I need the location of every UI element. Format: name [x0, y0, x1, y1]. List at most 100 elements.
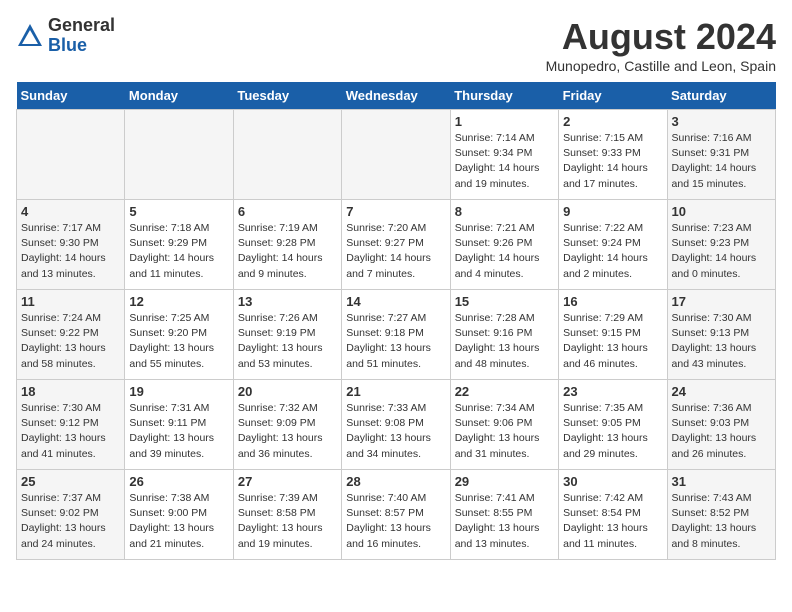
day-info: Sunrise: 7:24 AMSunset: 9:22 PMDaylight:…: [21, 311, 120, 372]
day-number: 13: [238, 294, 337, 309]
day-number: 19: [129, 384, 228, 399]
calendar-cell: 17 Sunrise: 7:30 AMSunset: 9:13 PMDayligh…: [667, 290, 775, 380]
calendar-cell: 2 Sunrise: 7:15 AMSunset: 9:33 PMDaylight…: [559, 110, 667, 200]
header-day-monday: Monday: [125, 82, 233, 110]
calendar-cell: 20 Sunrise: 7:32 AMSunset: 9:09 PMDayligh…: [233, 380, 341, 470]
header-day-saturday: Saturday: [667, 82, 775, 110]
calendar-cell: 30 Sunrise: 7:42 AMSunset: 8:54 PMDayligh…: [559, 470, 667, 560]
calendar-cell: 28Sunrise: 7:40 AMSunset: 8:57 PMDayligh…: [342, 470, 450, 560]
day-info: Sunrise: 7:30 AMSunset: 9:13 PMDaylight:…: [672, 311, 771, 372]
calendar-cell: [342, 110, 450, 200]
day-info: Sunrise: 7:22 AMSunset: 9:24 PMDaylight:…: [563, 221, 662, 282]
day-number: 15: [455, 294, 554, 309]
header-day-tuesday: Tuesday: [233, 82, 341, 110]
day-info: Sunrise: 7:29 AMSunset: 9:15 PMDaylight:…: [563, 311, 662, 372]
calendar-cell: 27Sunrise: 7:39 AMSunset: 8:58 PMDayligh…: [233, 470, 341, 560]
week-row-3: 18Sunrise: 7:30 AMSunset: 9:12 PMDayligh…: [17, 380, 776, 470]
day-info: Sunrise: 7:27 AMSunset: 9:18 PMDaylight:…: [346, 311, 445, 372]
location: Munopedro, Castille and Leon, Spain: [546, 58, 776, 74]
day-info: Sunrise: 7:42 AMSunset: 8:54 PMDaylight:…: [563, 491, 662, 552]
day-info: Sunrise: 7:36 AMSunset: 9:03 PMDaylight:…: [672, 401, 771, 462]
day-info: Sunrise: 7:17 AMSunset: 9:30 PMDaylight:…: [21, 221, 120, 282]
day-info: Sunrise: 7:38 AMSunset: 9:00 PMDaylight:…: [129, 491, 228, 552]
day-number: 12: [129, 294, 228, 309]
day-info: Sunrise: 7:15 AMSunset: 9:33 PMDaylight:…: [563, 131, 662, 192]
calendar-cell: 9Sunrise: 7:22 AMSunset: 9:24 PMDaylight…: [559, 200, 667, 290]
day-info: Sunrise: 7:37 AMSunset: 9:02 PMDaylight:…: [21, 491, 120, 552]
day-number: 23: [563, 384, 662, 399]
day-info: Sunrise: 7:31 AMSunset: 9:11 PMDaylight:…: [129, 401, 228, 462]
day-info: Sunrise: 7:32 AMSunset: 9:09 PMDaylight:…: [238, 401, 337, 462]
calendar-table: SundayMondayTuesdayWednesdayThursdayFrid…: [16, 82, 776, 560]
day-info: Sunrise: 7:19 AMSunset: 9:28 PMDaylight:…: [238, 221, 337, 282]
calendar-cell: 16Sunrise: 7:29 AMSunset: 9:15 PMDayligh…: [559, 290, 667, 380]
day-number: 26: [129, 474, 228, 489]
header-day-friday: Friday: [559, 82, 667, 110]
day-info: Sunrise: 7:41 AMSunset: 8:55 PMDaylight:…: [455, 491, 554, 552]
day-number: 2: [563, 114, 662, 129]
logo-text: General Blue: [48, 16, 115, 56]
day-info: Sunrise: 7:14 AMSunset: 9:34 PMDaylight:…: [455, 131, 554, 192]
month-title: August 2024: [546, 16, 776, 58]
calendar-cell: 1 Sunrise: 7:14 AMSunset: 9:34 PMDaylight…: [450, 110, 558, 200]
calendar-cell: 21Sunrise: 7:33 AMSunset: 9:08 PMDayligh…: [342, 380, 450, 470]
day-number: 14: [346, 294, 445, 309]
header-day-wednesday: Wednesday: [342, 82, 450, 110]
day-number: 24: [672, 384, 771, 399]
calendar-cell: 5 Sunrise: 7:18 AMSunset: 9:29 PMDaylight…: [125, 200, 233, 290]
day-info: Sunrise: 7:28 AMSunset: 9:16 PMDaylight:…: [455, 311, 554, 372]
day-number: 6: [238, 204, 337, 219]
day-info: Sunrise: 7:18 AMSunset: 9:29 PMDaylight:…: [129, 221, 228, 282]
day-info: Sunrise: 7:21 AMSunset: 9:26 PMDaylight:…: [455, 221, 554, 282]
calendar-cell: 23Sunrise: 7:35 AMSunset: 9:05 PMDayligh…: [559, 380, 667, 470]
day-number: 27: [238, 474, 337, 489]
day-number: 1: [455, 114, 554, 129]
week-row-1: 4Sunrise: 7:17 AMSunset: 9:30 PMDaylight…: [17, 200, 776, 290]
day-info: Sunrise: 7:40 AMSunset: 8:57 PMDaylight:…: [346, 491, 445, 552]
day-info: Sunrise: 7:34 AMSunset: 9:06 PMDaylight:…: [455, 401, 554, 462]
calendar-cell: 31Sunrise: 7:43 AMSunset: 8:52 PMDayligh…: [667, 470, 775, 560]
header-row: SundayMondayTuesdayWednesdayThursdayFrid…: [17, 82, 776, 110]
day-number: 5: [129, 204, 228, 219]
day-info: Sunrise: 7:26 AMSunset: 9:19 PMDaylight:…: [238, 311, 337, 372]
day-number: 17: [672, 294, 771, 309]
day-info: Sunrise: 7:33 AMSunset: 9:08 PMDaylight:…: [346, 401, 445, 462]
day-number: 20: [238, 384, 337, 399]
day-number: 3: [672, 114, 771, 129]
calendar-cell: 12 Sunrise: 7:25 AMSunset: 9:20 PMDayligh…: [125, 290, 233, 380]
logo-blue: Blue: [48, 36, 115, 56]
day-number: 25: [21, 474, 120, 489]
calendar-cell: 14 Sunrise: 7:27 AMSunset: 9:18 PMDayligh…: [342, 290, 450, 380]
logo: General Blue: [16, 16, 115, 56]
calendar-cell: 19 Sunrise: 7:31 AMSunset: 9:11 PMDayligh…: [125, 380, 233, 470]
day-number: 10: [672, 204, 771, 219]
calendar-cell: [17, 110, 125, 200]
calendar-cell: [125, 110, 233, 200]
calendar-cell: 26 Sunrise: 7:38 AMSunset: 9:00 PMDayligh…: [125, 470, 233, 560]
day-number: 29: [455, 474, 554, 489]
calendar-cell: 8Sunrise: 7:21 AMSunset: 9:26 PMDaylight…: [450, 200, 558, 290]
calendar-cell: 11 Sunrise: 7:24 AMSunset: 9:22 PMDayligh…: [17, 290, 125, 380]
day-number: 18: [21, 384, 120, 399]
calendar-cell: 6 Sunrise: 7:19 AMSunset: 9:28 PMDaylight…: [233, 200, 341, 290]
calendar-cell: 22Sunrise: 7:34 AMSunset: 9:06 PMDayligh…: [450, 380, 558, 470]
page-header: General Blue August 2024 Munopedro, Cast…: [16, 16, 776, 74]
week-row-4: 25 Sunrise: 7:37 AMSunset: 9:02 PMDayligh…: [17, 470, 776, 560]
day-info: Sunrise: 7:25 AMSunset: 9:20 PMDaylight:…: [129, 311, 228, 372]
week-row-2: 11 Sunrise: 7:24 AMSunset: 9:22 PMDayligh…: [17, 290, 776, 380]
calendar-cell: 15 Sunrise: 7:28 AMSunset: 9:16 PMDayligh…: [450, 290, 558, 380]
header-day-sunday: Sunday: [17, 82, 125, 110]
calendar-cell: [233, 110, 341, 200]
header-day-thursday: Thursday: [450, 82, 558, 110]
day-info: Sunrise: 7:23 AMSunset: 9:23 PMDaylight:…: [672, 221, 771, 282]
calendar-cell: 7Sunrise: 7:20 AMSunset: 9:27 PMDaylight…: [342, 200, 450, 290]
day-number: 30: [563, 474, 662, 489]
day-number: 11: [21, 294, 120, 309]
calendar-cell: 13 Sunrise: 7:26 AMSunset: 9:19 PMDayligh…: [233, 290, 341, 380]
calendar-cell: 10 Sunrise: 7:23 AMSunset: 9:23 PMDayligh…: [667, 200, 775, 290]
calendar-cell: 18Sunrise: 7:30 AMSunset: 9:12 PMDayligh…: [17, 380, 125, 470]
calendar-cell: 3Sunrise: 7:16 AMSunset: 9:31 PMDaylight…: [667, 110, 775, 200]
calendar-cell: 24 Sunrise: 7:36 AMSunset: 9:03 PMDayligh…: [667, 380, 775, 470]
calendar-cell: 29 Sunrise: 7:41 AMSunset: 8:55 PMDayligh…: [450, 470, 558, 560]
week-row-0: 1 Sunrise: 7:14 AMSunset: 9:34 PMDaylight…: [17, 110, 776, 200]
